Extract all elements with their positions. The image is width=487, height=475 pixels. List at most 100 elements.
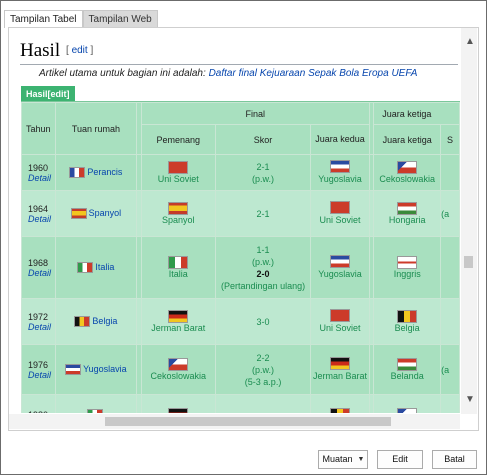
year: 1968 (28, 257, 49, 268)
table-row: 1960 Detail Perancis Uni Soviet 2-1 (p.w.) Yug… (21, 154, 460, 191)
flag-icon (397, 202, 418, 215)
third-place-link[interactable]: Hongaria (374, 215, 440, 225)
third-place-link[interactable]: Belanda (374, 371, 440, 381)
horizontal-scrollbar[interactable] (9, 414, 460, 429)
flag-icon (330, 309, 351, 322)
flag-icon (168, 310, 189, 323)
tab-table-view[interactable]: Tampilan Tabel (4, 10, 83, 28)
runner-up-link[interactable]: Yugoslavia (311, 173, 368, 185)
detail-link[interactable]: Detail (28, 268, 55, 278)
score-line: 2-0 (256, 268, 270, 279)
winner-link[interactable]: Jerman Barat (142, 323, 215, 333)
host-link[interactable]: Yugoslavia (83, 364, 127, 374)
third-cell: Cekoslowakia (373, 154, 442, 191)
chevron-down-icon[interactable]: ▼ (355, 450, 368, 469)
score-line: 2-1 (256, 161, 270, 172)
extra-cell (440, 154, 460, 191)
edit-button[interactable]: Edit (377, 450, 423, 469)
score-line: 3-0 (256, 316, 270, 327)
score-line: (p.w.) (252, 256, 275, 267)
winner-link[interactable]: Italia (142, 269, 215, 279)
runner-up-link[interactable]: Jerman Barat (311, 370, 368, 382)
year: 1960 (28, 162, 49, 173)
heading-divider (20, 64, 458, 65)
detail-link[interactable]: Detail (28, 214, 55, 224)
runner-up-link[interactable]: Uni Soviet (311, 322, 368, 334)
results-table-viewport: Tahun Tuan rumah Final Juara ketiga Peme… (21, 101, 460, 413)
host-link[interactable]: Spanyol (89, 208, 122, 218)
third-place-link[interactable]: Belgia (374, 323, 440, 333)
header-s: S (440, 124, 460, 155)
extra-cell: (a (440, 190, 460, 237)
flag-icon (74, 316, 91, 328)
year: 1976 (28, 359, 49, 370)
section-edit: [ edit ] (66, 45, 93, 56)
third-place-link[interactable]: Inggris (374, 269, 440, 279)
section-heading: Hasil (20, 40, 61, 61)
header-juara-ketiga: Juara ketiga (373, 124, 442, 155)
score-cell: 3-0 (214, 298, 312, 345)
extra-text: (a (441, 364, 450, 375)
header-final: Final (140, 102, 370, 125)
horizontal-scroll-thumb[interactable] (105, 417, 391, 426)
edit-bracket-close: ] (90, 45, 94, 56)
score-line: 2-2 (256, 352, 270, 363)
detail-link[interactable]: Detail (28, 173, 55, 183)
extra-text: (a (441, 208, 450, 219)
edit-link[interactable]: edit (72, 45, 88, 56)
flag-icon (330, 357, 351, 370)
host-link[interactable]: Belgia (92, 316, 117, 326)
scroll-up-icon[interactable]: ▲ (465, 36, 475, 47)
flag-icon (168, 202, 189, 215)
header-tahun: Tahun (21, 102, 56, 155)
flag-icon (330, 408, 351, 413)
runner-up-cell: Yugoslavia (310, 154, 370, 191)
header-juara-ketiga-group: Juara ketiga (373, 102, 460, 125)
vertical-scroll-thumb[interactable] (464, 256, 473, 268)
detail-link[interactable]: Detail (28, 322, 55, 332)
runner-up-link[interactable]: Uni Soviet (311, 214, 368, 226)
header-skor: Skor (214, 124, 312, 155)
third-place-link[interactable]: Cekoslowakia (374, 174, 440, 184)
muatan-button[interactable]: Muatan (318, 450, 357, 469)
score-cell (214, 394, 312, 413)
edit-bracket-open: [ (66, 45, 69, 56)
flag-icon (330, 201, 351, 214)
hatnote-prefix: Artikel utama untuk bagian ini adalah: (39, 68, 209, 79)
third-cell: Inggris (373, 236, 442, 299)
host-link[interactable]: Perancis (87, 167, 122, 177)
runner-up-cell: Uni Soviet (310, 190, 370, 237)
third-cell: Hongaria (373, 190, 442, 237)
year-cell: 1976 Detail (21, 344, 56, 395)
table-row: 1980 (21, 394, 460, 413)
vertical-scrollbar[interactable]: ▲ ▼ (461, 28, 477, 414)
runner-up-cell: Jerman Barat (310, 344, 370, 395)
flag-icon (69, 167, 86, 179)
host-link[interactable]: Italia (95, 262, 114, 272)
header-pemenang: Pemenang (140, 124, 216, 155)
winner-link[interactable]: Spanyol (142, 215, 215, 225)
flag-icon (397, 256, 418, 269)
flag-icon (397, 358, 418, 371)
winner-link[interactable]: Uni Soviet (142, 174, 215, 184)
score-cell: 1-1 (p.w.) 2-0 (Pertandingan ulang) (214, 236, 312, 299)
preview-panel: Hasil [ edit ] Artikel utama untuk bagia… (8, 27, 479, 431)
runner-up-link[interactable]: Yugoslavia (311, 268, 368, 280)
winner-link[interactable]: Cekoslowakia (142, 371, 215, 381)
flag-icon (330, 255, 351, 268)
extra-cell: (a (440, 344, 460, 395)
hatnote: Artikel utama untuk bagian ini adalah: D… (39, 67, 434, 80)
winner-cell: Spanyol (140, 190, 216, 237)
batal-button[interactable]: Batal (432, 450, 477, 469)
host-cell (54, 394, 138, 413)
host-cell: Italia (54, 236, 138, 299)
scroll-down-icon[interactable]: ▼ (465, 394, 475, 405)
runner-up-cell (310, 394, 370, 413)
table-caption[interactable]: Hasil[edit] (21, 86, 75, 102)
hatnote-link[interactable]: Daftar final Kejuaraan Sepak Bola Eropa … (209, 68, 418, 79)
flag-icon (77, 262, 94, 274)
runner-up-cell: Yugoslavia (310, 236, 370, 299)
third-cell: Belanda (373, 344, 442, 395)
host-cell: Yugoslavia (54, 344, 138, 395)
detail-link[interactable]: Detail (28, 370, 55, 380)
